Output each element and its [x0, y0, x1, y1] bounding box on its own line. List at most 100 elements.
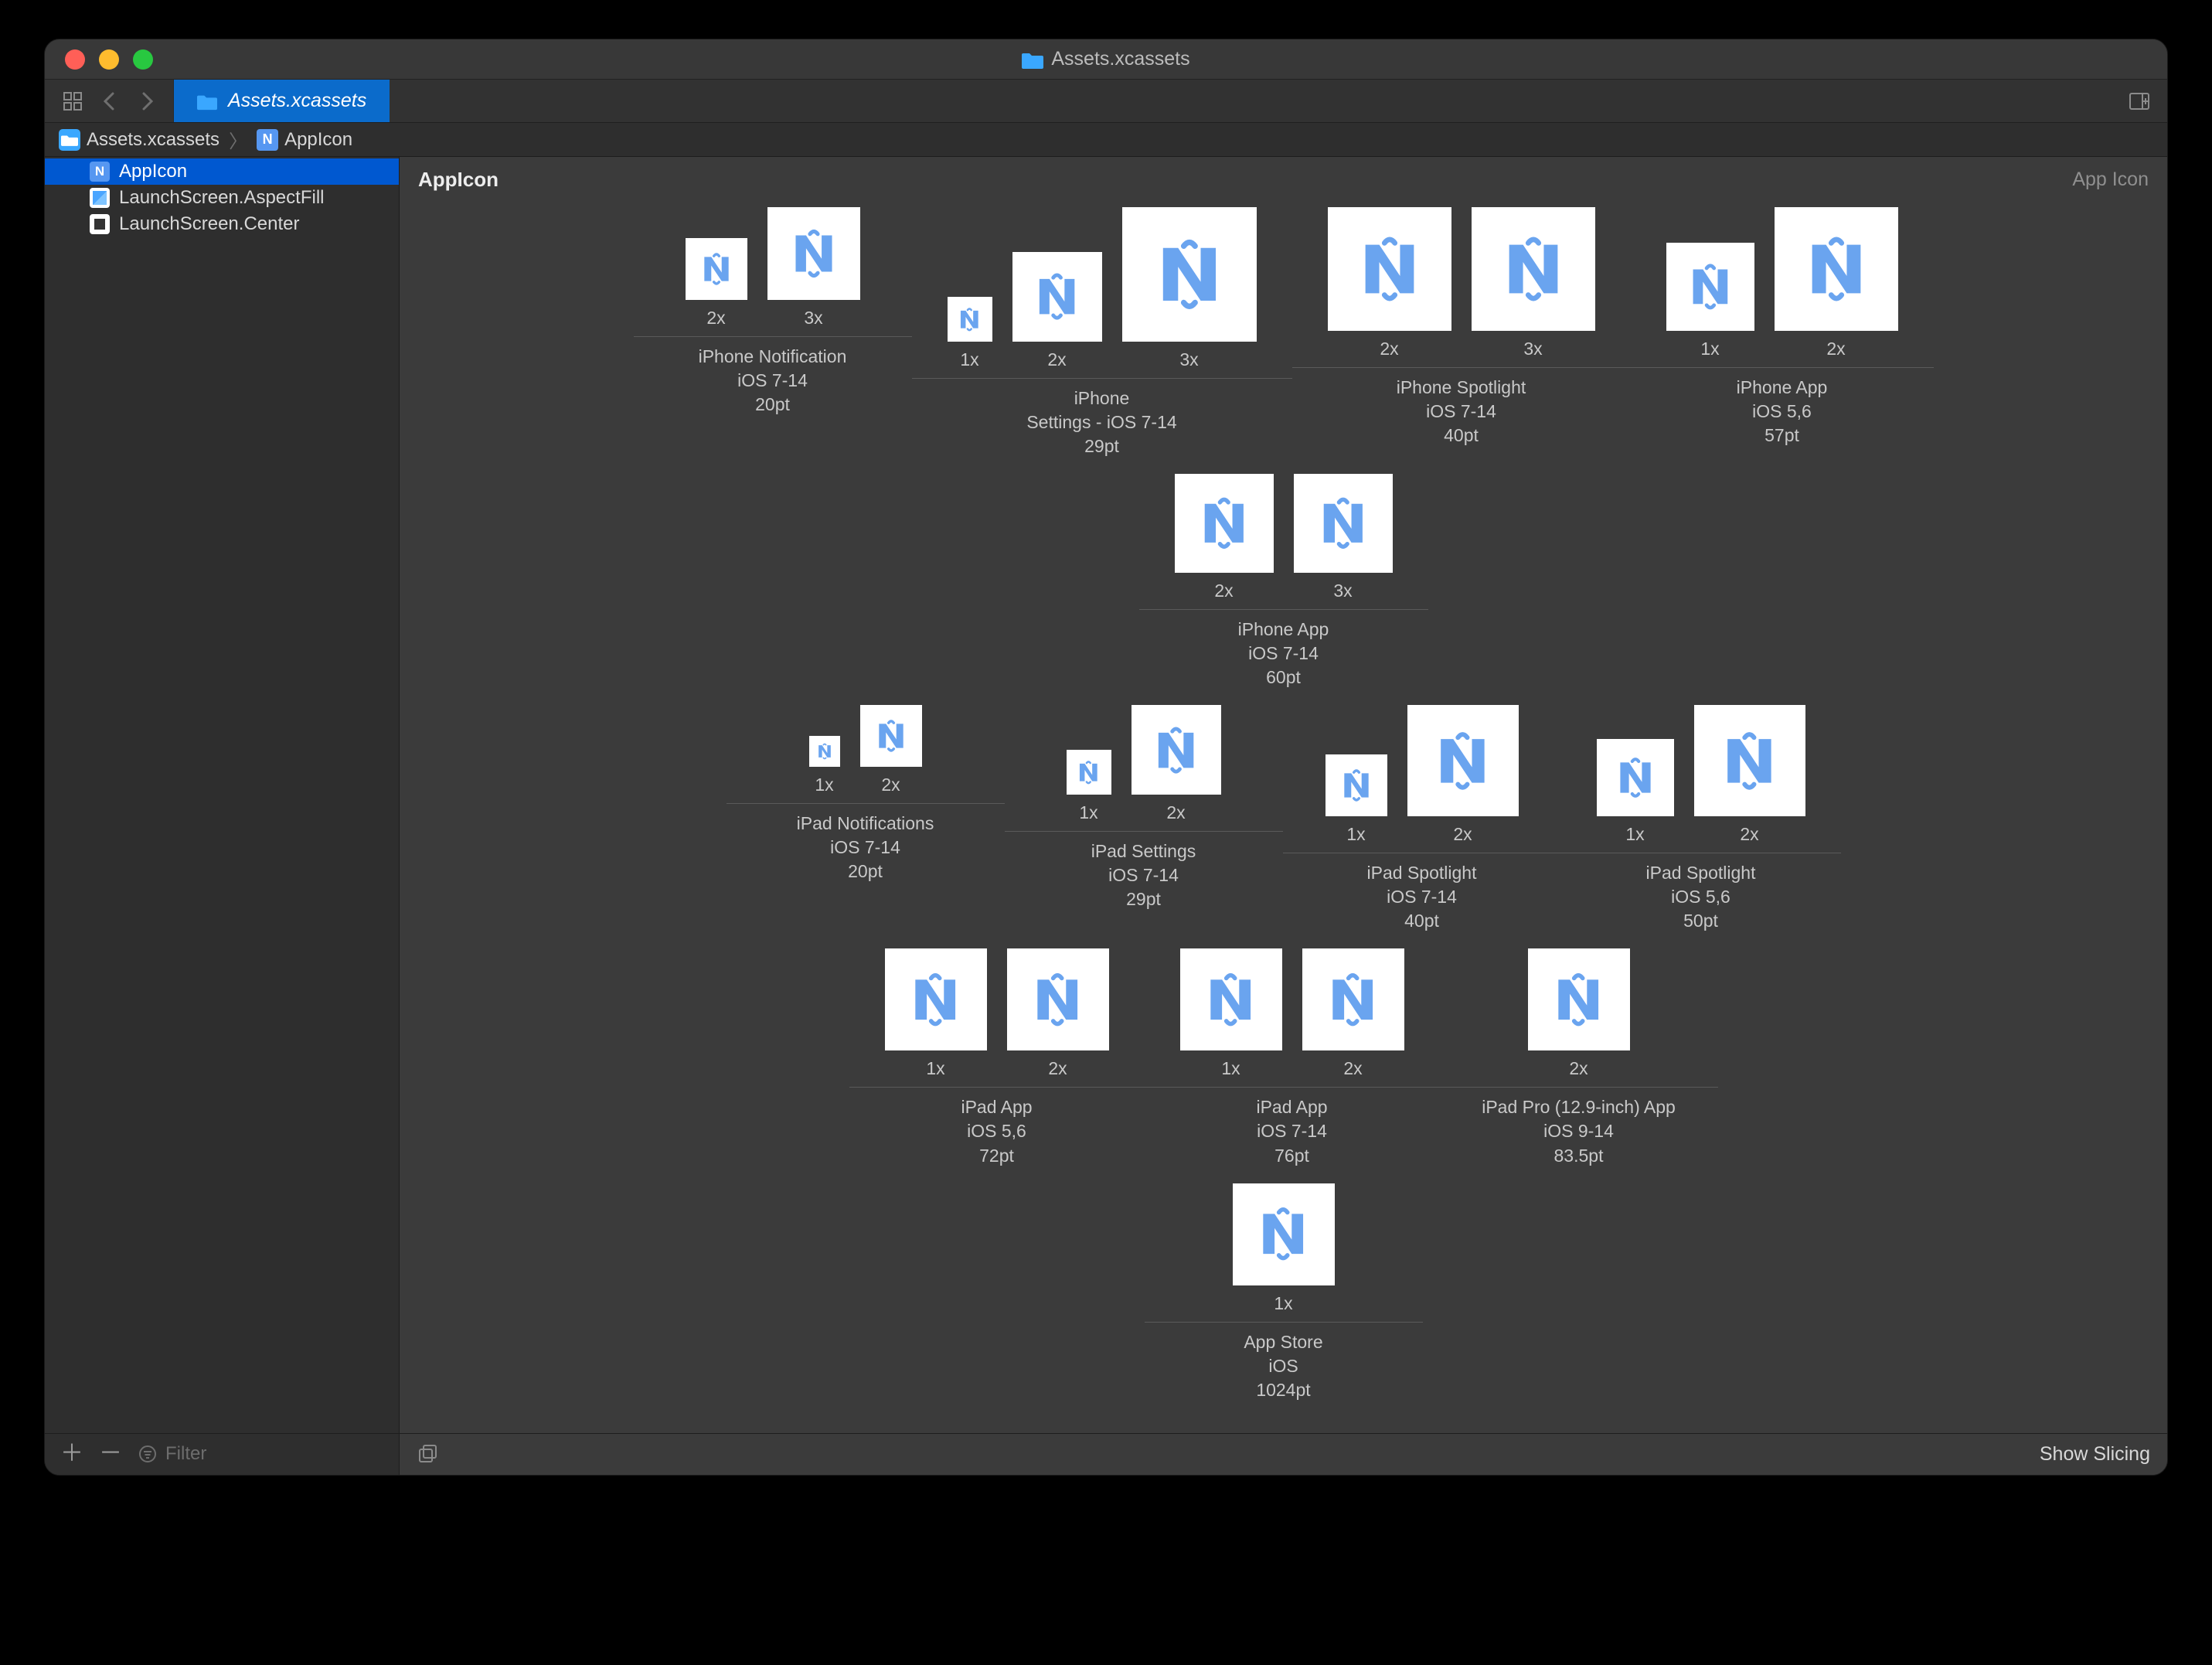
- n-logo-icon: [1608, 751, 1662, 805]
- sidebar-item[interactable]: NAppIcon: [45, 158, 399, 185]
- n-logo-icon: [814, 741, 835, 762]
- n-logo-icon: [1189, 489, 1259, 558]
- add-editor-button[interactable]: [2129, 90, 2150, 112]
- app-icon-image[interactable]: [1175, 474, 1274, 573]
- nav-forward-button[interactable]: [136, 90, 158, 112]
- app-icon-image[interactable]: [860, 705, 922, 767]
- tab-bar-left-controls: [45, 80, 174, 122]
- app-icon-image[interactable]: [1233, 1183, 1335, 1285]
- icon-variants: 1x2x3x: [929, 207, 1275, 378]
- app-icon-image[interactable]: [809, 736, 840, 767]
- icon-variant: 2x: [860, 705, 922, 795]
- icon-variant: 2x: [1132, 705, 1221, 823]
- sidebar-item-label: LaunchScreen.AspectFill: [119, 187, 324, 209]
- canvas-title: AppIcon: [418, 168, 499, 192]
- app-icon-image[interactable]: [1132, 705, 1221, 795]
- app-icon-image[interactable]: [1328, 207, 1451, 331]
- n-logo-icon: [1247, 1198, 1319, 1269]
- icon-group-caption: iPhone NotificationiOS 7-1420pt: [634, 336, 912, 417]
- app-icon-image[interactable]: [885, 948, 987, 1050]
- icon-group: 1x2xiPad SpotlightiOS 5,650pt: [1561, 705, 1841, 933]
- caption-size: 72pt: [849, 1144, 1145, 1168]
- tab-assets[interactable]: Assets.xcassets: [174, 80, 390, 122]
- caption-title: iPhone Spotlight: [1292, 376, 1631, 400]
- app-icon-image[interactable]: [1122, 207, 1257, 342]
- asset-canvas: AppIcon App Icon 2x3xiPhone Notification…: [400, 157, 2167, 1475]
- app-icon-image[interactable]: [686, 238, 747, 300]
- breadcrumb: Assets.xcassets 〉 N AppIcon: [45, 123, 2167, 157]
- app-icon-image[interactable]: [1472, 207, 1595, 331]
- xcode-asset-catalog-window: Assets.xcassets Assets.xcassets Assets.x…: [44, 39, 2168, 1476]
- icon-variant: 2x: [1694, 705, 1805, 845]
- icon-variant: 2x: [1175, 474, 1274, 601]
- scale-label: 2x: [1826, 339, 1845, 359]
- icon-group: 1x 2x iPad SettingsiOS 7-1429pt: [1005, 705, 1283, 933]
- breadcrumb-leaf[interactable]: AppIcon: [284, 129, 352, 151]
- scale-label: 3x: [1179, 349, 1198, 370]
- n-logo-icon: [1679, 256, 1741, 318]
- app-icon-image[interactable]: [1007, 948, 1109, 1050]
- n-logo-icon: [781, 221, 846, 286]
- breadcrumb-root[interactable]: Assets.xcassets: [87, 129, 219, 151]
- related-items-icon[interactable]: [62, 90, 83, 112]
- caption-os: iOS 5,6: [849, 1119, 1145, 1143]
- n-logo-icon: [1142, 227, 1237, 322]
- add-asset-button[interactable]: ＋: [60, 1442, 83, 1466]
- caption-size: 29pt: [912, 434, 1292, 458]
- n-logo-icon: [900, 964, 971, 1035]
- icon-variant: 3x: [1294, 474, 1393, 601]
- duplicate-icon[interactable]: [417, 1443, 438, 1465]
- app-icon-image[interactable]: [1180, 948, 1282, 1050]
- appicon-icon: N: [90, 162, 110, 182]
- close-window-button[interactable]: [65, 49, 85, 70]
- remove-asset-button[interactable]: －: [99, 1442, 122, 1466]
- icon-group: 2x3xiPhone SpotlightiOS 7-1440pt: [1292, 207, 1631, 458]
- filter-field[interactable]: Filter: [138, 1443, 206, 1465]
- app-icon-image[interactable]: [1528, 948, 1630, 1050]
- app-icon-image[interactable]: [1302, 948, 1404, 1050]
- scale-label: 1x: [1625, 824, 1644, 845]
- zoom-window-button[interactable]: [133, 49, 153, 70]
- app-icon-image[interactable]: [1294, 474, 1393, 573]
- window-controls: [65, 49, 153, 70]
- icon-variant: 3x: [1122, 207, 1257, 370]
- caption-title: iPhone: [912, 386, 1292, 410]
- show-slicing-button[interactable]: Show Slicing: [2040, 1443, 2150, 1466]
- icon-variants: 2x3x: [1309, 207, 1614, 367]
- icon-group-caption: iPad SettingsiOS 7-1429pt: [1005, 831, 1283, 911]
- scale-label: 2x: [1166, 802, 1185, 823]
- app-icon-image[interactable]: [1325, 754, 1387, 816]
- caption-title: App Store: [1145, 1330, 1423, 1354]
- minimize-window-button[interactable]: [99, 49, 119, 70]
- sidebar-item[interactable]: LaunchScreen.AspectFill: [45, 185, 399, 211]
- app-icon-image[interactable]: [1067, 750, 1111, 795]
- editor-body: NAppIconLaunchScreen.AspectFillLaunchScr…: [45, 157, 2167, 1475]
- caption-title: iPhone App: [1139, 618, 1428, 642]
- scale-label: 1x: [1079, 802, 1097, 823]
- app-icon-image[interactable]: [1775, 207, 1898, 331]
- icon-variants: 1x2x: [1648, 207, 1917, 367]
- scale-label: 3x: [804, 308, 822, 329]
- caption-os: iOS 7-14: [1005, 863, 1283, 887]
- app-icon-image[interactable]: [948, 297, 992, 342]
- icon-group: 1x2xiPad SpotlightiOS 7-1440pt: [1283, 705, 1561, 933]
- app-icon-image[interactable]: [1012, 252, 1102, 342]
- sidebar-footer: ＋ － Filter: [45, 1433, 399, 1475]
- nav-back-button[interactable]: [99, 90, 121, 112]
- n-logo-icon: [1543, 964, 1614, 1035]
- caption-size: 20pt: [634, 393, 912, 417]
- n-logo-icon: [1335, 764, 1378, 807]
- app-icon-image[interactable]: [767, 207, 860, 300]
- icon-variant: 3x: [767, 207, 860, 329]
- sidebar-item[interactable]: LaunchScreen.Center: [45, 211, 399, 237]
- asset-type-label: App Icon: [2072, 169, 2149, 191]
- app-icon-image[interactable]: [1407, 705, 1519, 816]
- app-icon-image[interactable]: [1694, 705, 1805, 816]
- app-icon-image[interactable]: [1597, 739, 1674, 816]
- n-logo-icon: [954, 304, 985, 335]
- icon-variant: 1x: [1233, 1183, 1335, 1314]
- canvas-header: AppIcon App Icon: [400, 157, 2167, 196]
- filter-icon: [138, 1444, 158, 1464]
- icon-group: 1x2xiPad AppiOS 5,672pt: [849, 948, 1145, 1167]
- app-icon-image[interactable]: [1666, 243, 1754, 331]
